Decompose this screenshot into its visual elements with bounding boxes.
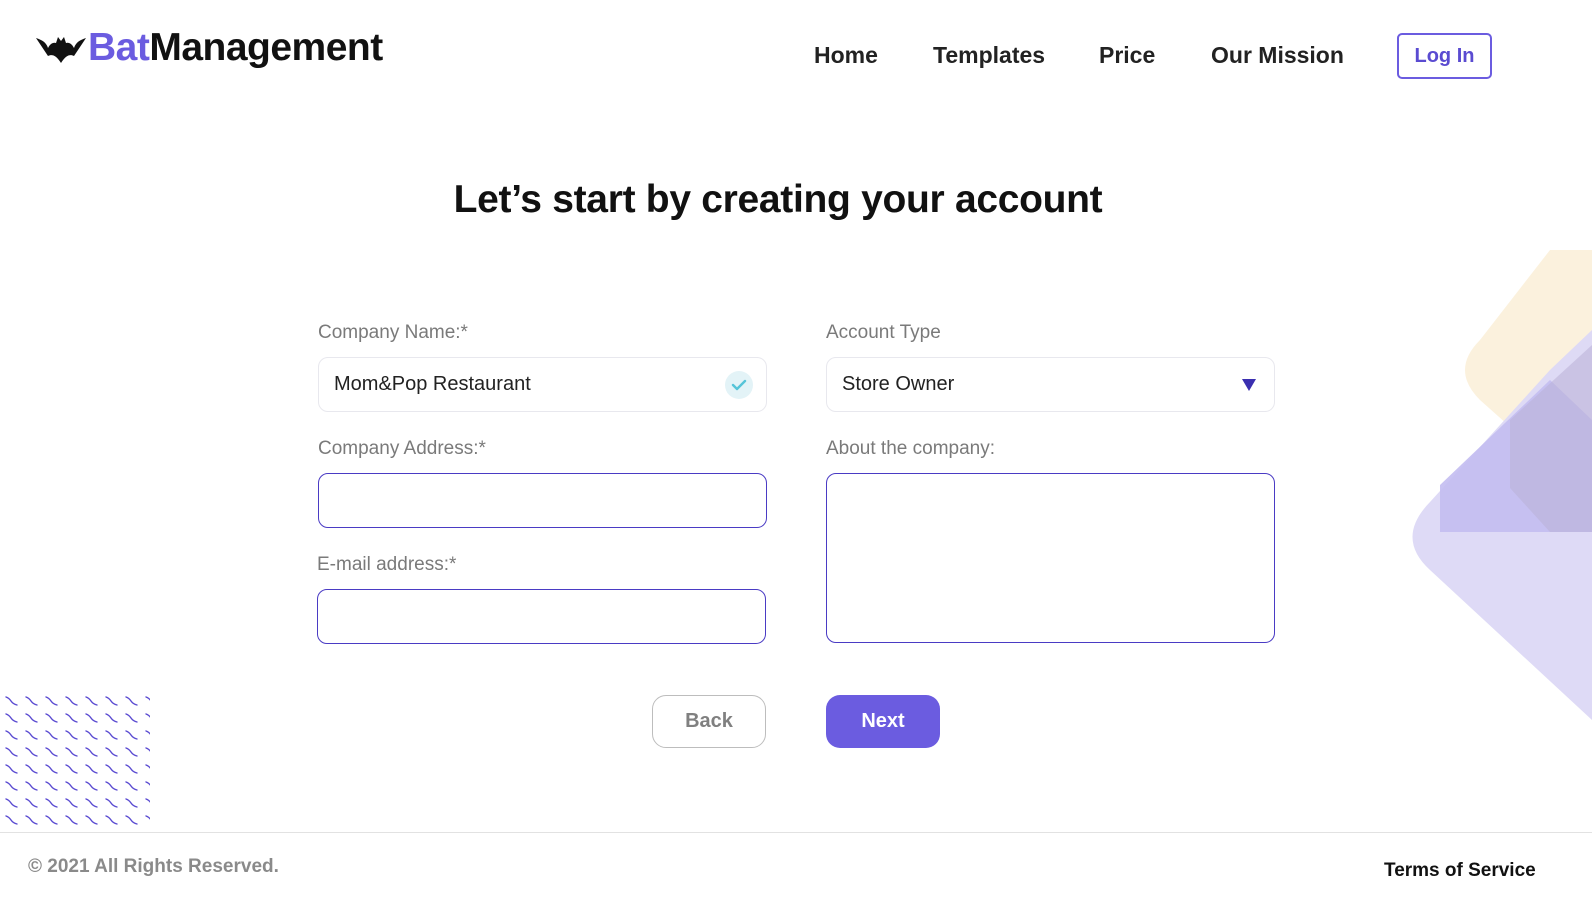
nav-home[interactable]: Home (814, 42, 878, 69)
login-button[interactable]: Log In (1397, 33, 1492, 79)
terms-of-service-link[interactable]: Terms of Service (1384, 860, 1536, 882)
brand-name-bat: Bat (88, 26, 150, 69)
company-name-label: Company Name:* (318, 322, 468, 343)
caret-down-icon (1242, 379, 1256, 391)
squiggle-pattern-decoration (0, 690, 150, 830)
brand-logo[interactable]: BatManagement (36, 26, 383, 70)
company-name-input[interactable]: Mom&Pop Restaurant (318, 357, 767, 412)
company-address-label: Company Address:* (318, 438, 486, 459)
bat-icon (36, 37, 86, 63)
check-icon (725, 371, 753, 399)
brand-name-management: Management (149, 26, 383, 69)
page-title: Let’s start by creating your account (453, 178, 1103, 221)
brand-name: BatManagement (88, 26, 383, 70)
account-type-value: Store Owner (842, 373, 955, 395)
next-button[interactable]: Next (826, 695, 940, 748)
company-name-value: Mom&Pop Restaurant (334, 373, 531, 395)
account-type-select[interactable]: Store Owner (826, 357, 1275, 412)
footer-divider (0, 832, 1592, 833)
nav-price[interactable]: Price (1099, 42, 1155, 69)
about-company-label: About the company: (826, 438, 995, 459)
about-company-textarea[interactable] (826, 473, 1275, 643)
nav-templates[interactable]: Templates (933, 42, 1045, 69)
copyright-text: © 2021 All Rights Reserved. (28, 856, 279, 877)
email-input[interactable] (317, 589, 766, 644)
geometric-shapes-decoration (1412, 250, 1592, 720)
company-address-input[interactable] (318, 473, 767, 528)
back-button[interactable]: Back (652, 695, 766, 748)
email-label: E-mail address:* (317, 554, 457, 575)
nav-our-mission[interactable]: Our Mission (1211, 42, 1344, 69)
account-type-label: Account Type (826, 322, 941, 343)
